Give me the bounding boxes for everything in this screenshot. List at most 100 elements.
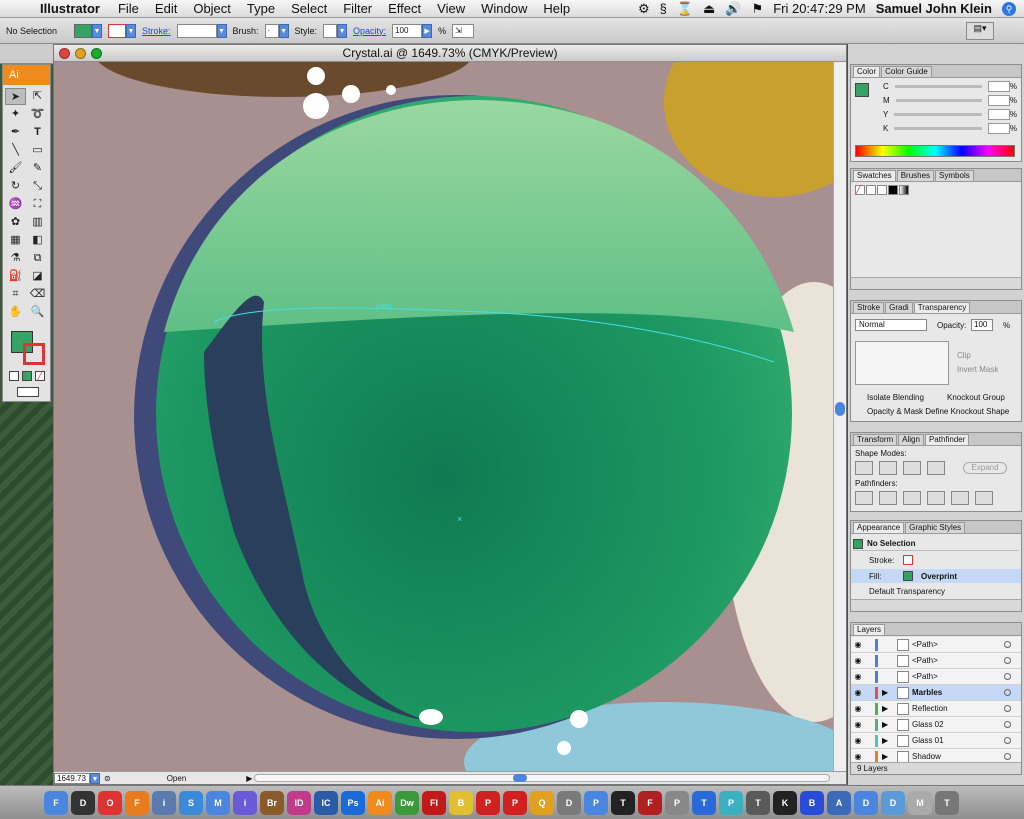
- menu-file[interactable]: File: [110, 1, 147, 16]
- swatch-white[interactable]: [877, 185, 887, 195]
- rotate-tool-icon[interactable]: ↻: [5, 178, 26, 195]
- gradient-tool-icon[interactable]: ◧: [27, 232, 48, 249]
- dock-icon-docs[interactable]: D: [854, 790, 878, 815]
- layer-row[interactable]: ◉ <Path>: [851, 669, 1021, 685]
- live-paint-icon[interactable]: ⛽: [5, 268, 26, 285]
- chevron-right-icon[interactable]: ▶: [246, 774, 252, 783]
- menu-filter[interactable]: Filter: [335, 1, 380, 16]
- style-field[interactable]: [323, 23, 338, 38]
- dock-icon-bird[interactable]: B: [449, 790, 473, 815]
- disclosure-triangle-icon[interactable]: ▶: [882, 752, 894, 761]
- dock-icon-itunes[interactable]: i: [233, 790, 257, 815]
- layer-row[interactable]: ◉ <Path>: [851, 653, 1021, 669]
- eye-icon[interactable]: ◉: [851, 736, 865, 745]
- gear-icon[interactable]: ⚙: [638, 1, 650, 17]
- opacity-input[interactable]: 100: [971, 319, 993, 331]
- zoom-tool-icon[interactable]: 🔍: [27, 304, 48, 321]
- target-icon[interactable]: [1004, 689, 1011, 696]
- tab-brushes[interactable]: Brushes: [896, 170, 935, 181]
- dock-icon-printer[interactable]: P: [665, 790, 689, 815]
- dock-icon-firefox[interactable]: F: [125, 790, 149, 815]
- target-icon[interactable]: [1004, 657, 1011, 664]
- paintbrush-icon[interactable]: 🖌: [5, 160, 26, 177]
- layer-row[interactable]: ◉ <Path>: [851, 637, 1021, 653]
- tab-appearance[interactable]: Appearance: [853, 522, 905, 533]
- pen-tool-icon[interactable]: ✒: [5, 124, 26, 141]
- dock-icon-pdf[interactable]: P: [476, 790, 500, 815]
- appearance-fill-row[interactable]: Fill: Overprint: [851, 569, 1021, 583]
- minus-back-icon[interactable]: [975, 491, 993, 505]
- dock-icon-finder[interactable]: F: [44, 790, 68, 815]
- menu-view[interactable]: View: [429, 1, 473, 16]
- dock-icon-flash[interactable]: F: [638, 790, 662, 815]
- isolate-blending-checkbox[interactable]: Isolate Blending: [867, 393, 924, 402]
- appearance-stroke-swatch[interactable]: [903, 555, 913, 565]
- stroke-control[interactable]: ▼: [108, 23, 136, 38]
- gradient-mode-icon[interactable]: [22, 371, 32, 381]
- chevron-down-icon[interactable]: ▼: [337, 23, 348, 38]
- rectangle-tool-icon[interactable]: ▭: [27, 142, 48, 159]
- chevron-down-icon[interactable]: ▼: [92, 23, 102, 38]
- dock-icon-k[interactable]: K: [773, 790, 797, 815]
- target-icon[interactable]: [1004, 753, 1011, 760]
- chevron-down-icon[interactable]: ▼: [90, 772, 100, 784]
- knockout-group-checkbox[interactable]: Knockout Group: [947, 393, 1005, 402]
- disclosure-triangle-icon[interactable]: ▶: [882, 704, 894, 713]
- menu-edit[interactable]: Edit: [147, 1, 185, 16]
- dock-icon-ps[interactable]: Ps: [341, 790, 365, 815]
- color-fill-swatch[interactable]: [855, 83, 869, 97]
- symbol-sprayer-icon[interactable]: ✿: [5, 214, 26, 231]
- target-icon[interactable]: [1004, 721, 1011, 728]
- dock-icon-ic[interactable]: IC: [314, 790, 338, 815]
- spotlight-icon[interactable]: ⚲: [1002, 1, 1016, 16]
- trim-icon[interactable]: [879, 491, 897, 505]
- stroke-weight-field[interactable]: [176, 23, 217, 38]
- dock-icon-q[interactable]: Q: [530, 790, 554, 815]
- dock-icon-download[interactable]: D: [881, 790, 905, 815]
- eye-icon[interactable]: ◉: [851, 704, 865, 713]
- dock-icon-fl[interactable]: Fl: [422, 790, 446, 815]
- target-icon[interactable]: [1004, 737, 1011, 744]
- layer-row[interactable]: ◉ ▶ Glass 02: [851, 717, 1021, 733]
- flag-icon[interactable]: ⚑: [752, 1, 764, 17]
- fill-control[interactable]: ▼: [74, 23, 102, 38]
- appearance-fill-swatch[interactable]: [903, 571, 913, 581]
- tab-swatches[interactable]: Swatches: [853, 170, 896, 181]
- opacity-field[interactable]: 100: [392, 23, 423, 38]
- target-icon[interactable]: [1004, 673, 1011, 680]
- disclosure-triangle-icon[interactable]: ▶: [882, 736, 894, 745]
- dock-icon-tool[interactable]: T: [746, 790, 770, 815]
- dock-icon-terminal[interactable]: T: [611, 790, 635, 815]
- horizontal-scrollbar[interactable]: [254, 774, 830, 782]
- default-transparency[interactable]: Default Transparency: [869, 587, 945, 596]
- magic-wand-icon[interactable]: ✦: [5, 106, 26, 123]
- dock-icon-puzzle[interactable]: P: [719, 790, 743, 815]
- status-icon[interactable]: ⊜: [104, 774, 111, 783]
- dock-icon-dashboard[interactable]: D: [71, 790, 95, 815]
- vertical-scrollbar[interactable]: [833, 62, 846, 772]
- crop-tool-icon[interactable]: ⌗: [5, 286, 26, 303]
- menu-object[interactable]: Object: [185, 1, 239, 16]
- close-icon[interactable]: [59, 48, 70, 59]
- artwork[interactable]: path ×: [54, 62, 834, 772]
- blend-tool-icon[interactable]: ⧉: [27, 250, 48, 267]
- dock-icon-br[interactable]: Br: [260, 790, 284, 815]
- direct-selection-tool-icon[interactable]: ⇱: [27, 88, 48, 105]
- tab-color[interactable]: Color: [853, 66, 881, 77]
- mask-thumbnail[interactable]: [855, 341, 949, 385]
- script-icon[interactable]: §: [660, 1, 667, 16]
- swatch-gradient[interactable]: [899, 185, 909, 195]
- chevron-down-icon[interactable]: ▼: [216, 23, 227, 38]
- line-tool-icon[interactable]: ╲: [5, 142, 26, 159]
- tab-stroke[interactable]: Stroke: [853, 302, 885, 313]
- eye-icon[interactable]: ◉: [851, 752, 865, 761]
- dock-icon-ball[interactable]: B: [800, 790, 824, 815]
- tab-transparency[interactable]: Transparency: [913, 302, 971, 313]
- dock-icon-trophy[interactable]: T: [692, 790, 716, 815]
- divide-icon[interactable]: [855, 491, 873, 505]
- volume-icon[interactable]: 🔊: [725, 1, 741, 17]
- lasso-icon[interactable]: ➰: [27, 106, 48, 123]
- color-spectrum[interactable]: [855, 145, 1015, 157]
- dock-icon-disk[interactable]: D: [557, 790, 581, 815]
- scale-tool-icon[interactable]: ⤡: [27, 178, 48, 195]
